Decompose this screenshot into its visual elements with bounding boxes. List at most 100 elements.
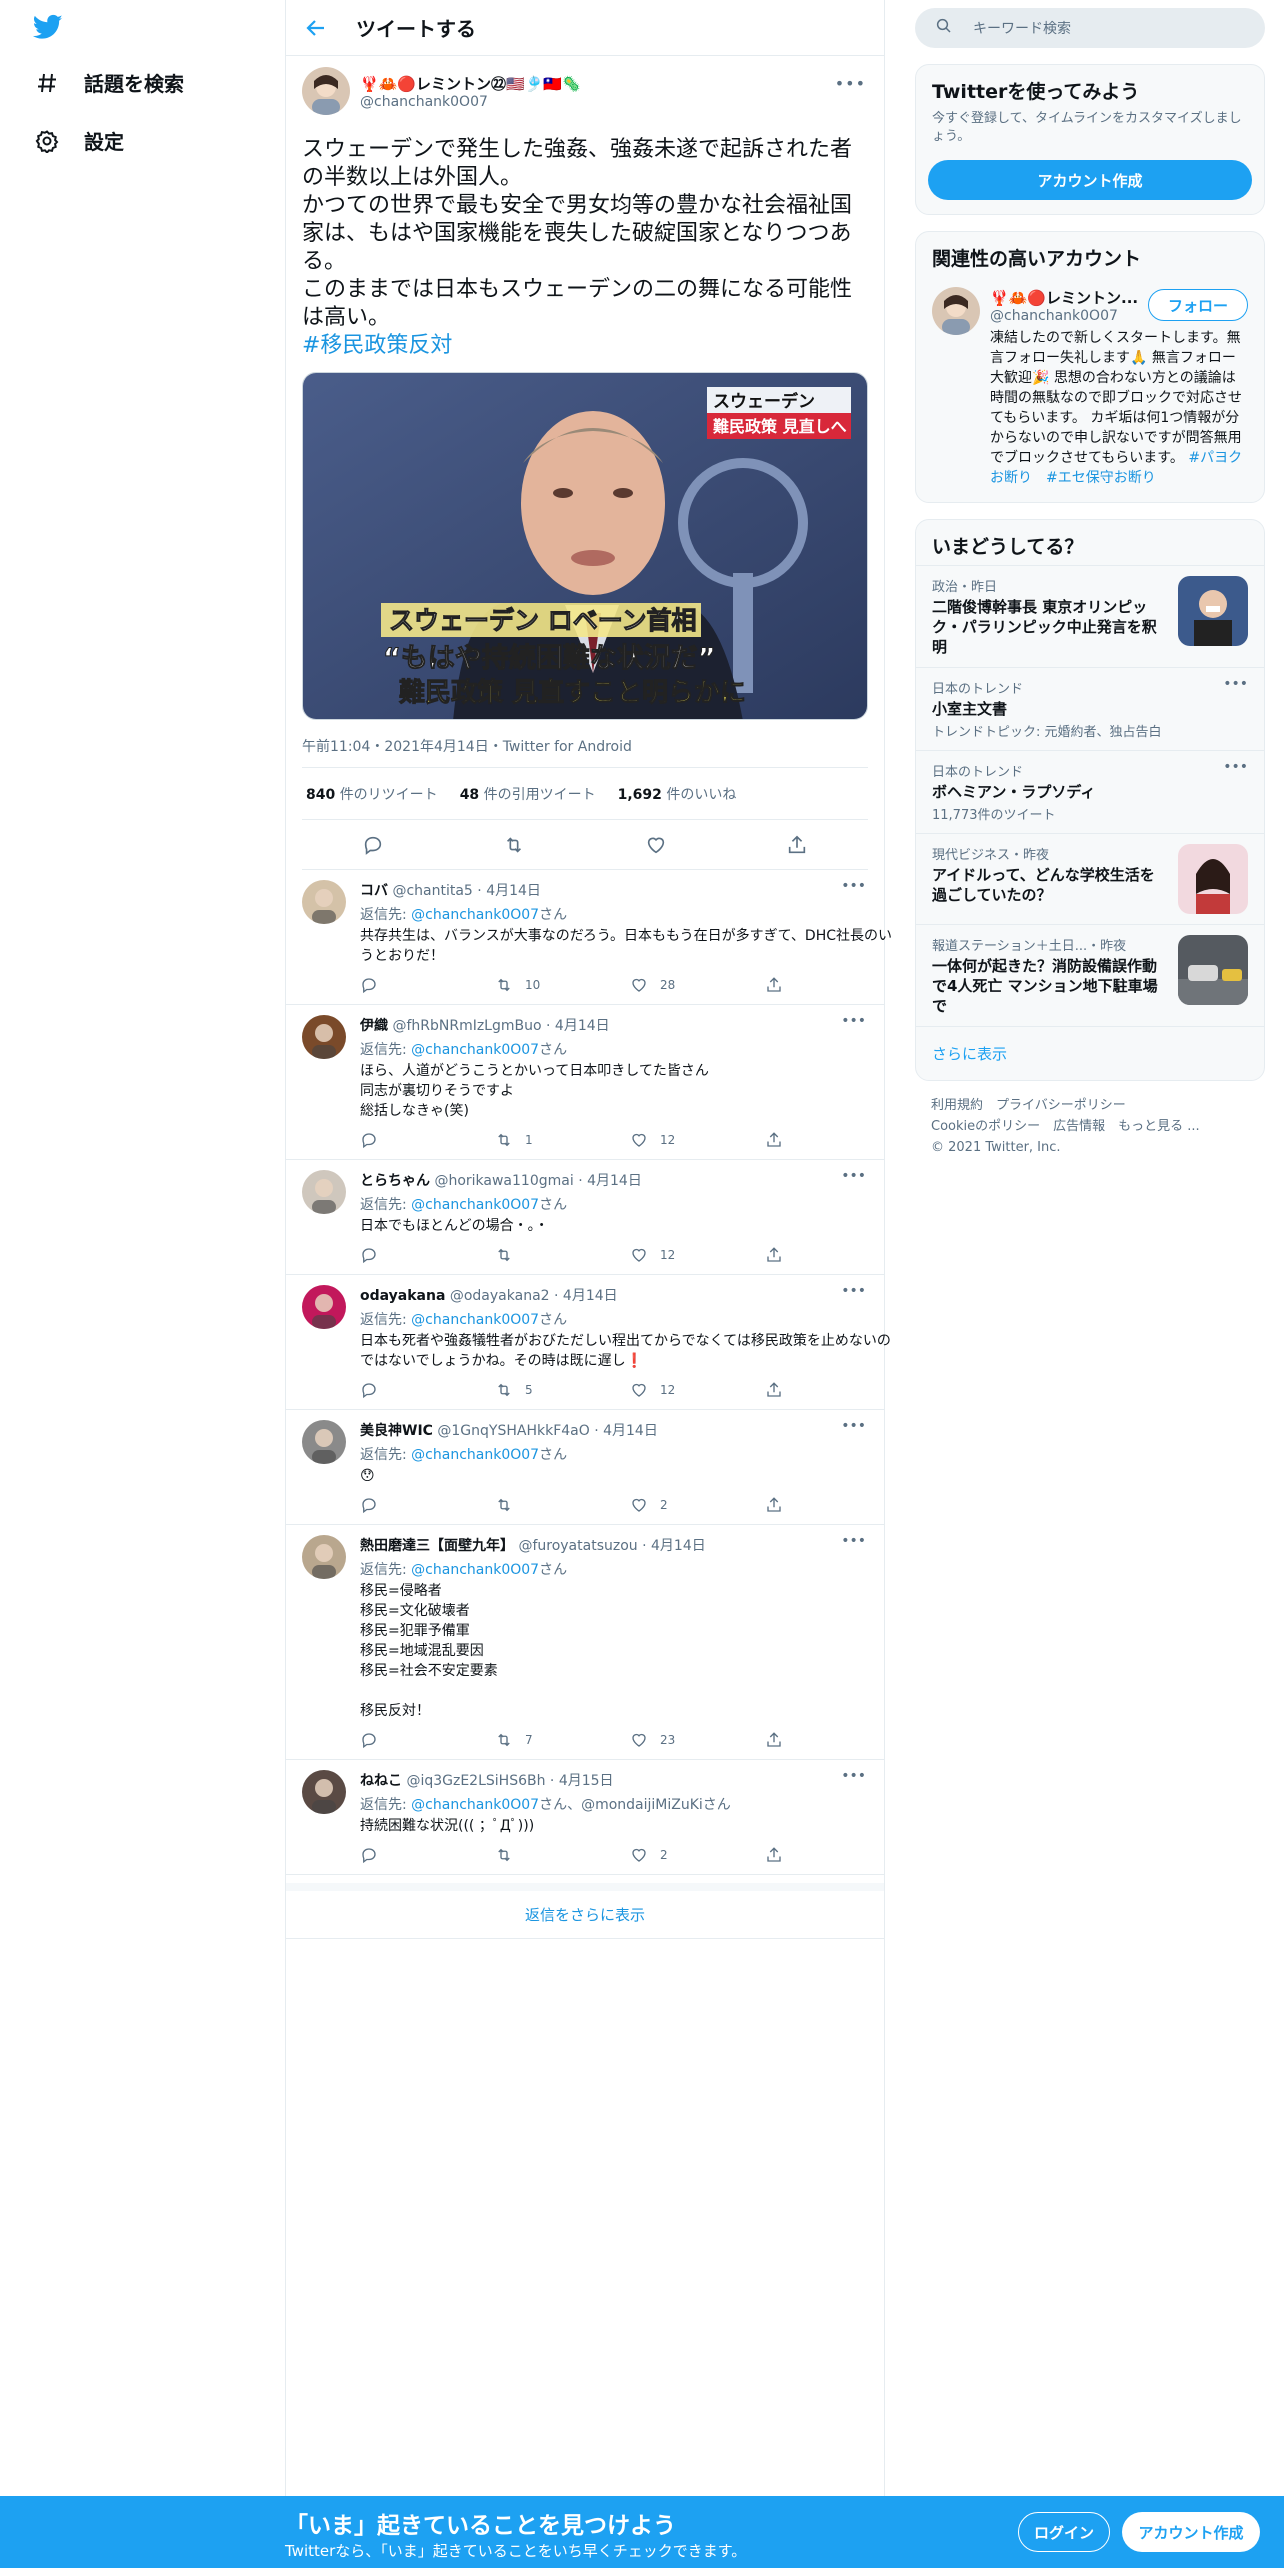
tweet-media-image[interactable]: スウェーデン 難民政策 見直しへ スウェーデン ロベーン首相 “もはや持続困難な… <box>302 372 868 720</box>
avatar[interactable] <box>302 1285 346 1329</box>
reply-date[interactable]: 4月15日 <box>559 1773 614 1789</box>
search-input[interactable]: キーワード検索 <box>915 8 1265 48</box>
related-account[interactable]: 🦞🦀🔴レミントン... @chanchank0O07 凍結したので新しくスタート… <box>916 277 1264 502</box>
nav-explore[interactable]: 話題を検索 <box>34 68 184 97</box>
reply-date[interactable]: 4月14日 <box>603 1423 658 1439</box>
reply-tweet[interactable]: コバ @chantita5 · 4月14日 返信先: @chanchank0O0… <box>286 870 892 1005</box>
more-options-icon[interactable]: ••• <box>835 74 866 93</box>
avatar[interactable] <box>932 287 980 335</box>
reply-tweet[interactable]: とらちゃん @horikawa110gmai · 4月14日 返信先: @cha… <box>286 1160 884 1275</box>
reply-to-link[interactable]: @chanchank0O07 <box>411 907 539 923</box>
reply-icon[interactable] <box>360 1246 495 1264</box>
login-button[interactable]: ログイン <box>1018 2512 1110 2552</box>
reply-tweet[interactable]: 熱田磨達三【面壁九年】 @furoyatatsuzou · 4月14日 返信先:… <box>286 1525 884 1760</box>
reply-to-link[interactable]: @chanchank0O07 <box>411 1042 539 1058</box>
trend-item[interactable]: 政治・昨日 二階俊博幹事長 東京オリンピック・パラリンピック中止発言を釈明 <box>916 565 1264 667</box>
more-options-icon[interactable]: ••• <box>1223 759 1248 775</box>
reply-icon[interactable] <box>362 834 384 856</box>
like-icon[interactable]: 12 <box>630 1131 765 1149</box>
reply-tweet[interactable]: 美良神WIC @1GnqYSHAHkkF4aO · 4月14日 返信先: @ch… <box>286 1410 884 1525</box>
reply-author-handle[interactable]: @horikawa110gmai <box>434 1173 573 1189</box>
reply-author-name[interactable]: 伊織 <box>360 1018 388 1034</box>
footer-line-1[interactable]: 利用規約 プライバシーポリシー <box>931 1095 1249 1116</box>
like-icon[interactable]: 2 <box>630 1846 765 1864</box>
retweet-icon[interactable]: 1 <box>495 1131 630 1149</box>
reply-to-link[interactable]: @chanchank0O07 <box>411 1197 539 1213</box>
retweet-icon[interactable] <box>495 1496 630 1514</box>
more-options-icon[interactable]: ••• <box>841 1013 866 1029</box>
reply-author-name[interactable]: ねねこ <box>360 1773 402 1789</box>
quote-count[interactable]: 48 件の引用ツイート <box>460 784 596 804</box>
reply-author-name[interactable]: コバ <box>360 883 388 899</box>
more-options-icon[interactable]: ••• <box>1223 676 1248 692</box>
show-more-trends-link[interactable]: さらに表示 <box>916 1026 1264 1080</box>
reply-to-link[interactable]: @chanchank0O07 <box>411 1312 539 1328</box>
create-account-button[interactable]: アカウント作成 <box>928 160 1252 200</box>
like-icon[interactable]: 12 <box>630 1381 765 1399</box>
share-icon[interactable] <box>765 1381 900 1399</box>
reply-tweet[interactable]: 伊織 @fhRbNRmIzLgmBuo · 4月14日 返信先: @chanch… <box>286 1005 884 1160</box>
more-options-icon[interactable]: ••• <box>841 1768 866 1784</box>
avatar[interactable] <box>302 1170 346 1214</box>
like-icon[interactable]: 28 <box>630 976 765 994</box>
avatar[interactable] <box>302 1535 346 1579</box>
trend-item[interactable]: 日本のトレンド ボヘミアン・ラプソディ 11,773件のツイート ••• <box>916 750 1264 833</box>
tweet-author-handle[interactable]: @chanchank0O07 <box>360 94 581 110</box>
footer-line-2[interactable]: Cookieのポリシー 広告情報 もっと見る ... <box>931 1116 1249 1137</box>
like-count[interactable]: 1,692 件のいいね <box>618 784 737 804</box>
like-icon[interactable] <box>645 834 667 856</box>
reply-icon[interactable] <box>360 1731 495 1749</box>
avatar[interactable] <box>302 67 350 115</box>
reply-tweet[interactable]: ねねこ @iq3GzE2LSiHS6Bh · 4月15日 返信先: @chanc… <box>286 1760 884 1875</box>
follow-button[interactable]: フォロー <box>1148 289 1248 321</box>
avatar[interactable] <box>302 1420 346 1464</box>
related-account-name[interactable]: 🦞🦀🔴レミントン... <box>990 287 1140 308</box>
reply-date[interactable]: 4月14日 <box>587 1173 642 1189</box>
retweet-icon[interactable] <box>503 834 525 856</box>
avatar[interactable] <box>302 880 346 924</box>
share-icon[interactable] <box>765 1131 900 1149</box>
reply-icon[interactable] <box>360 1381 495 1399</box>
avatar[interactable] <box>302 1015 346 1059</box>
reply-author-handle[interactable]: @odayakana2 <box>450 1288 550 1304</box>
reply-author-handle[interactable]: @chantita5 <box>392 883 472 899</box>
reply-author-handle[interactable]: @iq3GzE2LSiHS6Bh <box>406 1773 545 1789</box>
trend-item[interactable]: 日本のトレンド 小室主文書 トレンドトピック: 元婚約者、独占告白 ••• <box>916 667 1264 750</box>
twitter-logo-icon[interactable] <box>32 12 64 42</box>
more-options-icon[interactable]: ••• <box>841 1418 866 1434</box>
reply-to-link[interactable]: @chanchank0O07 <box>411 1447 539 1463</box>
tweet-hashtag[interactable]: #移民政策反対 <box>302 332 868 360</box>
reply-icon[interactable] <box>360 976 495 994</box>
reply-icon[interactable] <box>360 1846 495 1864</box>
reply-date[interactable]: 4月14日 <box>555 1018 610 1034</box>
retweet-icon[interactable]: 7 <box>495 1731 630 1749</box>
share-icon[interactable] <box>765 1846 900 1864</box>
more-options-icon[interactable]: ••• <box>841 1283 866 1299</box>
reply-icon[interactable] <box>360 1496 495 1514</box>
show-more-replies-button[interactable]: 返信をさらに表示 <box>286 1883 884 1939</box>
more-options-icon[interactable]: ••• <box>841 1168 866 1184</box>
signup-button[interactable]: アカウント作成 <box>1122 2512 1260 2552</box>
more-options-icon[interactable]: ••• <box>841 878 866 894</box>
reply-tweet[interactable]: odayakana @odayakana2 · 4月14日 返信先: @chan… <box>286 1275 891 1410</box>
more-options-icon[interactable]: ••• <box>841 1533 866 1549</box>
like-icon[interactable]: 2 <box>630 1496 765 1514</box>
reply-author-name[interactable]: odayakana <box>360 1288 445 1304</box>
back-arrow-icon[interactable] <box>304 16 328 40</box>
reply-author-name[interactable]: とらちゃん <box>360 1173 430 1189</box>
reply-date[interactable]: 4月14日 <box>563 1288 618 1304</box>
reply-date[interactable]: 4月14日 <box>486 883 541 899</box>
reply-author-name[interactable]: 美良神WIC <box>360 1423 433 1439</box>
reply-to-link[interactable]: @chanchank0O07 <box>411 1562 539 1578</box>
share-icon[interactable] <box>765 976 900 994</box>
retweet-count[interactable]: 840 件のリツイート <box>306 784 438 804</box>
like-icon[interactable]: 12 <box>630 1246 765 1264</box>
trend-item[interactable]: 現代ビジネス・昨夜 アイドルって、どんな学校生活を過ごしていたの？ <box>916 833 1264 924</box>
nav-settings[interactable]: 設定 <box>34 126 124 155</box>
reply-author-handle[interactable]: @1GnqYSHAHkkF4aO <box>437 1423 589 1439</box>
share-icon[interactable] <box>786 834 808 856</box>
retweet-icon[interactable] <box>495 1846 630 1864</box>
like-icon[interactable]: 23 <box>630 1731 765 1749</box>
trend-item[interactable]: 報道ステーション＋土日...・昨夜 一体何が起きた？消防設備誤作動で4人死亡 マ… <box>916 924 1264 1026</box>
tweet-author-name[interactable]: 🦞🦀🔴レミントン㉒🇺🇸🎐🇹🇼🦠 <box>360 73 581 94</box>
